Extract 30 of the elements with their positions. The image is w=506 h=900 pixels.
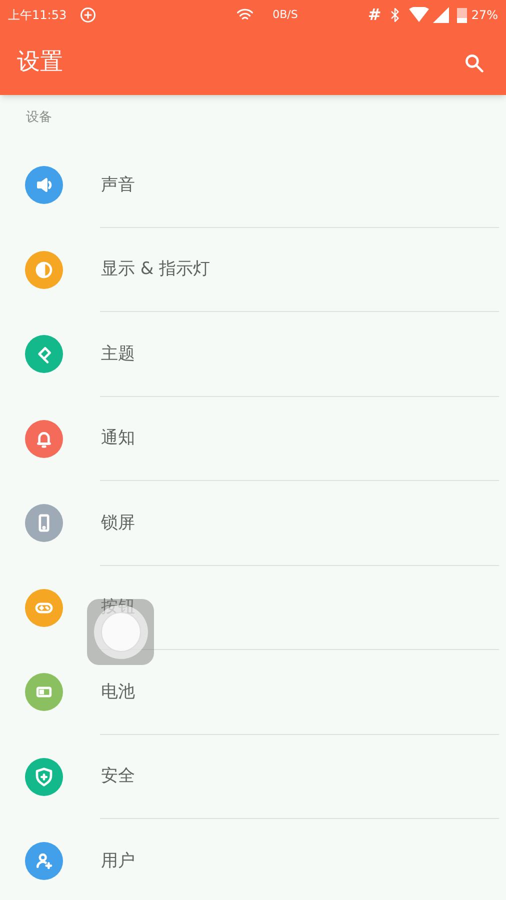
settings-item[interactable]: 显示 & 指示灯 xyxy=(0,228,506,312)
item-label: 声音 xyxy=(101,174,135,196)
status-time: 上午11:53 xyxy=(8,7,67,24)
item-label: 锁屏 xyxy=(101,512,135,534)
settings-item[interactable]: 安全 xyxy=(0,734,506,819)
settings-item[interactable]: 电池 xyxy=(0,650,506,734)
cell-signal-icon xyxy=(433,7,450,23)
item-label: 用户 xyxy=(101,850,135,872)
settings-item[interactable]: 用户 xyxy=(0,819,506,900)
item-label: 显示 & 指示灯 xyxy=(101,258,210,281)
item-label: 通知 xyxy=(101,427,135,450)
floating-touch-button[interactable] xyxy=(87,599,154,665)
plus-circle-icon xyxy=(78,6,97,24)
status-hash: # xyxy=(368,4,382,26)
network-speed: 0B/S xyxy=(272,6,298,23)
battery-percent: 27% xyxy=(471,7,498,24)
section-header: 设备 xyxy=(26,109,52,128)
search-icon xyxy=(463,52,485,74)
item-label: 主题 xyxy=(101,342,135,366)
app-title: 设置 xyxy=(17,48,63,78)
battery-icon xyxy=(457,7,468,23)
settings-item[interactable]: 主题 xyxy=(0,312,506,396)
item-label: 电池 xyxy=(101,680,135,704)
item-label: 按钮 xyxy=(101,596,135,619)
settings-item[interactable]: 通知 xyxy=(0,396,506,481)
bluetooth-icon xyxy=(389,7,402,23)
item-label: 安全 xyxy=(101,765,135,788)
wifi-signal-icon xyxy=(409,7,430,23)
settings-item[interactable]: 锁屏 xyxy=(0,481,506,566)
settings-item[interactable]: 声音 xyxy=(0,143,506,228)
